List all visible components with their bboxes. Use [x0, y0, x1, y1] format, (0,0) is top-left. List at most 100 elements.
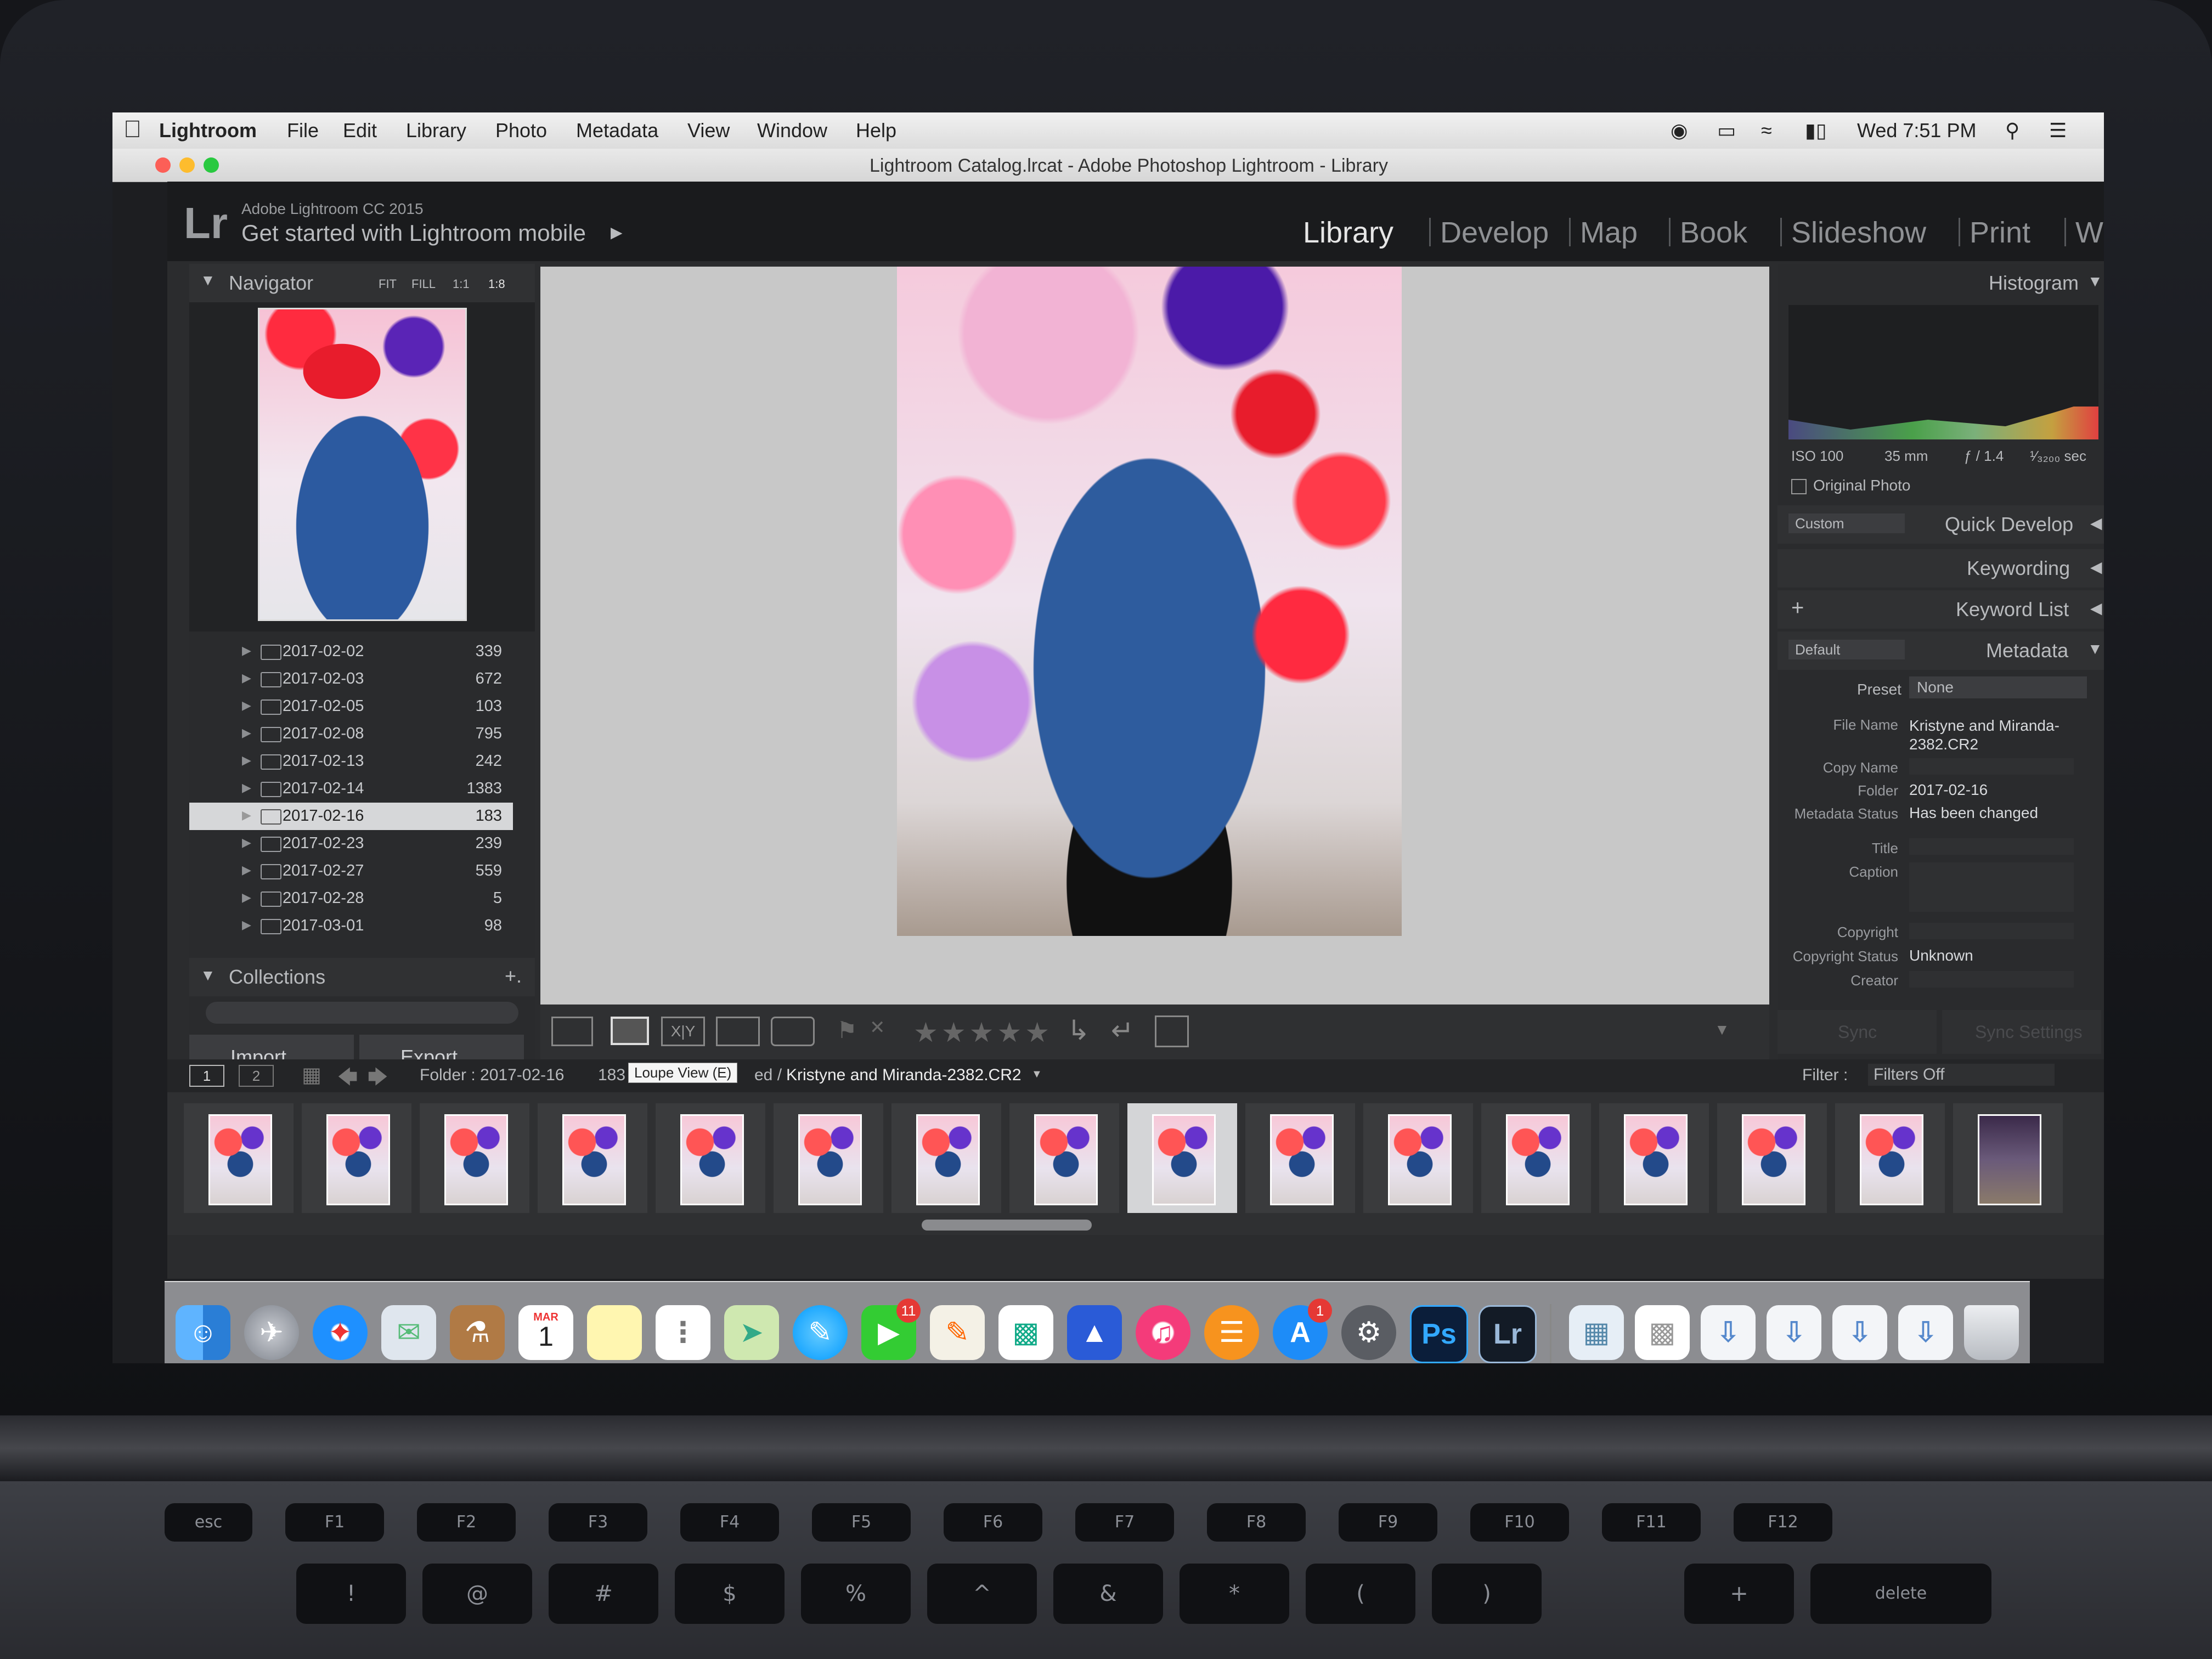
filmstrip-thumbnail[interactable] — [538, 1103, 647, 1213]
apple-menu-icon[interactable]:  — [123, 116, 142, 143]
document-stack-icon[interactable]: ▦ — [1569, 1305, 1624, 1360]
collections-header[interactable]: ▼ Collections +. — [189, 958, 535, 996]
creative-cloud-icon[interactable]: ◉ — [1671, 119, 1688, 142]
menu-view[interactable]: View — [687, 119, 730, 142]
metadata-collapse-icon[interactable]: ▼ — [2087, 640, 2103, 658]
filmstrip-thumbnail[interactable] — [1835, 1103, 1945, 1213]
title-field[interactable] — [1909, 838, 2074, 855]
wifi-icon[interactable]: ≈ — [1761, 119, 1772, 142]
reminders-icon[interactable]: ⋮ — [656, 1305, 710, 1360]
filmstrip-thumbnail[interactable] — [1481, 1103, 1591, 1213]
app-store-icon[interactable]: A1 — [1273, 1299, 1332, 1360]
module-book[interactable]: Book — [1680, 216, 1747, 250]
itunes-icon[interactable]: ♫ — [1136, 1305, 1190, 1360]
metadata-preset-dropdown[interactable]: None — [1909, 676, 2087, 698]
histogram-collapse-icon[interactable]: ▼ — [2087, 273, 2103, 290]
menubar-clock[interactable]: Wed 7:51 PM — [1857, 119, 1976, 142]
creator-field[interactable] — [1909, 971, 2074, 988]
sync-settings-button[interactable]: Sync Settings — [1942, 1010, 2101, 1054]
zoom-fill[interactable]: FILL — [411, 277, 436, 291]
facetime-icon[interactable]: ▶ 11 — [861, 1299, 921, 1360]
menu-app-lightroom[interactable]: Lightroom — [159, 119, 257, 142]
menu-library[interactable]: Library — [406, 119, 466, 142]
expand-icon[interactable]: ▶ — [242, 781, 251, 795]
crop-overlay-icon[interactable] — [1155, 1015, 1189, 1047]
filmstrip-thumbnail[interactable] — [656, 1103, 765, 1213]
original-photo-checkbox[interactable] — [1791, 479, 1807, 494]
menu-file[interactable]: File — [287, 119, 319, 142]
copyright-status-select[interactable]: Unknown — [1909, 947, 1973, 964]
mail-icon[interactable]: ✉ — [381, 1305, 436, 1360]
folder-row[interactable]: ▶ 2017-03-01 98 — [189, 912, 513, 940]
screenshot-file-icon[interactable]: ⇩ — [1832, 1305, 1887, 1360]
minimize-window-button[interactable] — [179, 157, 195, 173]
main-photo[interactable] — [897, 267, 1402, 936]
battery-icon[interactable]: ▮▯ — [1805, 119, 1827, 142]
metadata-status-value[interactable]: Has been changed — [1909, 804, 2038, 822]
folder-row[interactable]: ▶ 2017-02-27 559 — [189, 857, 513, 885]
maps-icon[interactable]: ➤ — [724, 1305, 779, 1360]
reject-flag-icon[interactable]: ✕ — [870, 1017, 885, 1039]
folder-row[interactable]: ▶ 2017-02-13 242 — [189, 748, 513, 775]
safari-icon[interactable]: ✦ — [313, 1305, 368, 1360]
quick-develop-preset-select[interactable]: Custom — [1788, 514, 1905, 533]
current-filename[interactable]: Kristyne and Miranda-2382.CR2 — [786, 1066, 1022, 1085]
second-window-button[interactable]: 2 — [239, 1065, 274, 1087]
expand-icon[interactable]: ▶ — [242, 671, 251, 685]
pages-icon[interactable]: ✎ — [930, 1305, 985, 1360]
finder-icon[interactable]: ☺ — [176, 1305, 230, 1360]
downloads-stack-icon[interactable]: ▩ — [1635, 1305, 1690, 1360]
module-map[interactable]: Map — [1580, 216, 1638, 250]
filmstrip-thumbnail[interactable] — [184, 1103, 294, 1213]
copyright-field[interactable] — [1909, 923, 2074, 939]
rotate-right-icon[interactable]: ↵ — [1111, 1014, 1134, 1046]
filmstrip-thumbnail[interactable] — [774, 1103, 883, 1213]
navigator-header[interactable]: ▼ Navigator FIT FILL 1:1 1:8 — [189, 264, 535, 302]
collections-collapse-icon[interactable]: ▼ — [200, 967, 216, 984]
folder-row[interactable]: ▶ 2017-02-02 339 — [189, 638, 513, 665]
expand-icon[interactable]: ▶ — [242, 753, 251, 768]
filmstrip-thumbnail[interactable] — [1363, 1103, 1473, 1213]
menu-help[interactable]: Help — [856, 119, 896, 142]
main-window-button[interactable]: 1 — [189, 1065, 224, 1087]
filmstrip-thumbnail[interactable] — [891, 1103, 1001, 1213]
metadata-header[interactable]: Default Metadata ▼ — [1778, 631, 2104, 670]
folder-row[interactable]: ▶ 2017-02-28 5 — [189, 885, 513, 912]
folder-row[interactable]: ▶ 2017-02-23 239 — [189, 830, 513, 857]
expand-icon[interactable]: ▶ — [242, 890, 251, 905]
calendar-icon[interactable]: MAR 1 — [518, 1305, 573, 1360]
zoom-fit[interactable]: FIT — [379, 277, 397, 291]
folder-row[interactable]: ▶ 2017-02-03 672 — [189, 665, 513, 693]
keyword-list-collapse-icon[interactable]: ◀ — [2090, 599, 2102, 617]
filmstrip-thumbnail[interactable] — [1953, 1103, 2063, 1213]
file-name-value[interactable]: Kristyne and Miranda-2382.CR2 — [1909, 716, 2074, 754]
filmstrip-thumbnail[interactable] — [1717, 1103, 1827, 1213]
loupe-view[interactable] — [540, 267, 1769, 1005]
expand-icon[interactable]: ▶ — [242, 836, 251, 850]
filmstrip-thumbnail[interactable] — [1245, 1103, 1355, 1213]
system-preferences-gear-icon[interactable]: ⚙ — [1341, 1305, 1396, 1360]
keywording-collapse-icon[interactable]: ◀ — [2090, 558, 2102, 576]
zoom-window-button[interactable] — [204, 157, 219, 173]
filter-select[interactable]: Filters Off — [1868, 1064, 2055, 1086]
module-develop[interactable]: Develop — [1440, 216, 1549, 250]
grid-shortcut-icon[interactable]: ▦ — [302, 1063, 321, 1087]
notification-center-icon[interactable]: ☰ — [2049, 119, 2067, 142]
keyword-list-header[interactable]: + Keyword List ◀ — [1778, 590, 2104, 629]
folder-row[interactable]: ▶ 2017-02-08 795 — [189, 720, 513, 748]
zoom-1-1[interactable]: 1:1 — [453, 277, 470, 291]
notes-icon[interactable] — [587, 1305, 642, 1360]
spotlight-search-icon[interactable]: ⚲ — [2005, 119, 2019, 142]
add-collection-button[interactable]: +. — [505, 964, 522, 988]
navigator-preview-image[interactable] — [258, 308, 467, 621]
expand-icon[interactable]: ▶ — [242, 808, 251, 822]
folder-value[interactable]: 2017-02-16 — [1909, 781, 1988, 799]
expand-icon[interactable]: ▶ — [242, 918, 251, 932]
folder-row-selected[interactable]: ▶ 2017-02-16 183 — [189, 803, 513, 830]
messages-icon[interactable]: ✎ — [793, 1305, 848, 1360]
menu-edit[interactable]: Edit — [343, 119, 377, 142]
people-view-icon[interactable] — [771, 1017, 815, 1046]
filmstrip-thumbnail-selected[interactable] — [1127, 1103, 1237, 1213]
expand-icon[interactable]: ▶ — [242, 863, 251, 877]
lightroom-mobile-link[interactable]: Get started with Lightroom mobile — [241, 220, 586, 246]
